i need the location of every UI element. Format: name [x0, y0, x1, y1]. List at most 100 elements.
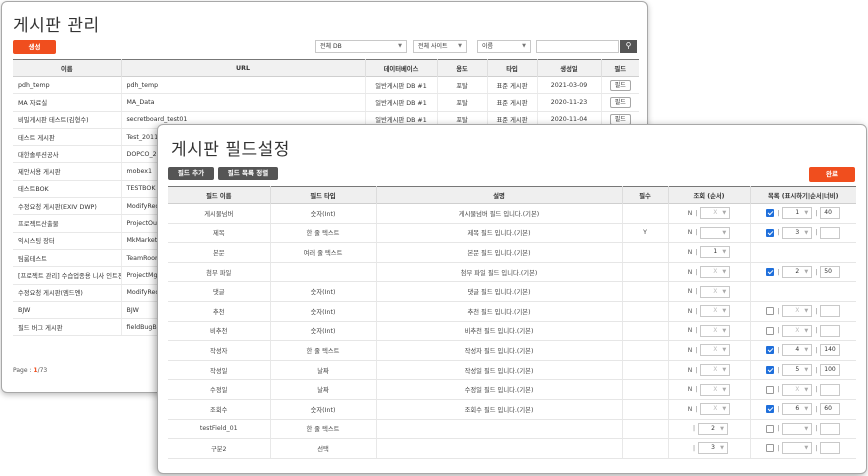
- list-visible-checkbox[interactable]: [766, 346, 775, 355]
- list-order-select[interactable]: X ▼: [782, 383, 813, 396]
- list-width-input[interactable]: [820, 422, 841, 435]
- view-order-select[interactable]: X ▼: [700, 285, 731, 298]
- list-width-input[interactable]: 140: [820, 344, 841, 357]
- view-order-select[interactable]: ▼: [700, 226, 731, 239]
- field-row: 구분2 선택 | 3 ▼ | ▼ |: [168, 438, 856, 459]
- view-order-select[interactable]: X ▼: [700, 266, 731, 279]
- cell-usage: 포탈: [436, 93, 487, 112]
- list-settings-cell: | X ▼ |: [749, 301, 856, 322]
- view-order-select[interactable]: X ▼: [700, 403, 731, 416]
- search-input[interactable]: [536, 40, 619, 53]
- table-row[interactable]: MA 자료실 MA_Data 일반게시판 DB #1 포탈 표준 게시판 2020-11-…: [13, 93, 639, 112]
- list-visible-checkbox[interactable]: [766, 444, 775, 453]
- list-order-select[interactable]: 4 ▼: [782, 344, 813, 357]
- field-required-cell: [621, 379, 668, 400]
- db-filter-select[interactable]: 전체 DB ▼: [315, 40, 407, 53]
- list-order-select[interactable]: X ▼: [782, 324, 813, 337]
- cell-name: [프로젝트 관리] 수습업종용 니사 인트전: [13, 266, 121, 285]
- chevron-down-icon: ▼: [804, 347, 809, 354]
- list-visible-checkbox[interactable]: [766, 326, 775, 335]
- pager-total: /73: [37, 367, 48, 374]
- chevron-down-icon: ▼: [722, 229, 727, 236]
- list-width-input[interactable]: 100: [820, 364, 841, 377]
- list-visible-checkbox[interactable]: [766, 385, 775, 394]
- cell-url: pdh_temp: [120, 76, 365, 95]
- view-order-select[interactable]: X ▼: [700, 207, 731, 220]
- separator: |: [815, 327, 818, 335]
- field-name-cell: 추천: [168, 301, 270, 322]
- list-order-select[interactable]: 6 ▼: [782, 403, 813, 416]
- view-order-value: 2: [711, 424, 715, 432]
- list-visible-checkbox[interactable]: [766, 228, 775, 237]
- create-button[interactable]: 생성: [13, 40, 56, 54]
- cell-created: 2021-03-09: [536, 76, 601, 95]
- list-width-input[interactable]: 40: [820, 207, 841, 220]
- field-name-cell: 작성일: [168, 360, 270, 381]
- site-filter-select[interactable]: 전체 사이트 ▼: [413, 40, 467, 53]
- view-order-select[interactable]: 1 ▼: [700, 246, 731, 259]
- chevron-down-icon: ▼: [804, 367, 809, 374]
- list-visible-checkbox[interactable]: [766, 405, 775, 414]
- field-required-cell: [621, 360, 668, 381]
- view-order-value: X: [713, 307, 718, 315]
- list-width-input[interactable]: [820, 305, 841, 318]
- field-button[interactable]: 필드: [609, 79, 631, 91]
- view-order-select[interactable]: X ▼: [700, 364, 731, 377]
- done-button[interactable]: 완료: [809, 167, 855, 182]
- list-visible-checkbox[interactable]: [766, 424, 775, 433]
- view-order-value: X: [713, 326, 718, 334]
- field-name-cell: 수정일: [168, 379, 270, 400]
- field-required-cell: [621, 301, 668, 322]
- table-row[interactable]: pdh_temp pdh_temp 일반게시판 DB #1 포탈 표준 게시판 2021-…: [13, 76, 639, 95]
- list-visible-checkbox[interactable]: [766, 307, 775, 316]
- list-width-input[interactable]: [820, 442, 841, 455]
- view-order-select[interactable]: X ▼: [700, 305, 731, 318]
- separator: |: [815, 307, 818, 315]
- page-title: 게시판 관리: [13, 16, 100, 36]
- search-button[interactable]: ⚲: [620, 40, 637, 53]
- col-header: 필드 타입: [269, 186, 376, 204]
- list-width-input[interactable]: [820, 324, 841, 337]
- add-field-button[interactable]: 필드 추가: [168, 167, 214, 180]
- field-desc-cell: [375, 419, 622, 440]
- list-width-input[interactable]: 60: [820, 403, 841, 416]
- list-order-select[interactable]: X ▼: [782, 305, 813, 318]
- table-header-row: 이름 URL 데이터베이스 용도 타입 생성일 필드: [13, 59, 639, 77]
- separator: |: [815, 229, 818, 237]
- list-visible-checkbox[interactable]: [766, 209, 775, 218]
- list-visible-checkbox[interactable]: [766, 366, 775, 375]
- sort-fields-button[interactable]: 필드 목록 정렬: [218, 167, 278, 180]
- list-settings-cell: | 4 ▼ | 140: [749, 340, 856, 361]
- field-required-cell: Y: [621, 223, 668, 244]
- field-name-cell: 본문: [168, 242, 270, 263]
- list-order-select[interactable]: ▼: [782, 442, 813, 455]
- list-visible-checkbox[interactable]: [766, 268, 775, 277]
- view-order-select[interactable]: X ▼: [700, 344, 731, 357]
- view-order-select[interactable]: X ▼: [700, 324, 731, 337]
- list-width-input[interactable]: 50: [820, 266, 841, 279]
- list-order-select[interactable]: 1 ▼: [782, 207, 813, 220]
- chevron-down-icon: ▼: [722, 288, 727, 295]
- list-settings-cell: | ▼ |: [749, 419, 856, 440]
- view-order-select[interactable]: 2 ▼: [698, 422, 729, 435]
- field-button[interactable]: 필드: [609, 96, 631, 108]
- list-order-select[interactable]: 2 ▼: [782, 266, 813, 279]
- list-settings-cell: | X ▼ |: [749, 321, 856, 342]
- field-type-cell: 한 줄 텍스트: [269, 340, 376, 361]
- search-field-select[interactable]: 이름 ▼: [477, 40, 531, 53]
- field-type-cell: 한 줄 텍스트: [269, 419, 376, 440]
- field-required-cell: [621, 242, 668, 263]
- list-width-input[interactable]: [820, 383, 841, 396]
- search-icon: ⚲: [625, 41, 632, 50]
- list-order-select[interactable]: 5 ▼: [782, 364, 813, 377]
- pager-label: Page :: [13, 367, 32, 374]
- list-order-select[interactable]: 3 ▼: [782, 226, 813, 239]
- view-order-select[interactable]: 3 ▼: [698, 442, 729, 455]
- separator: |: [777, 366, 780, 374]
- chevron-down-icon: ▼: [722, 327, 727, 334]
- list-order-select[interactable]: ▼: [782, 422, 813, 435]
- view-order-value: X: [713, 209, 718, 217]
- chevron-down-icon: ▼: [722, 269, 727, 276]
- view-order-select[interactable]: X ▼: [700, 383, 731, 396]
- list-width-input[interactable]: [820, 226, 841, 239]
